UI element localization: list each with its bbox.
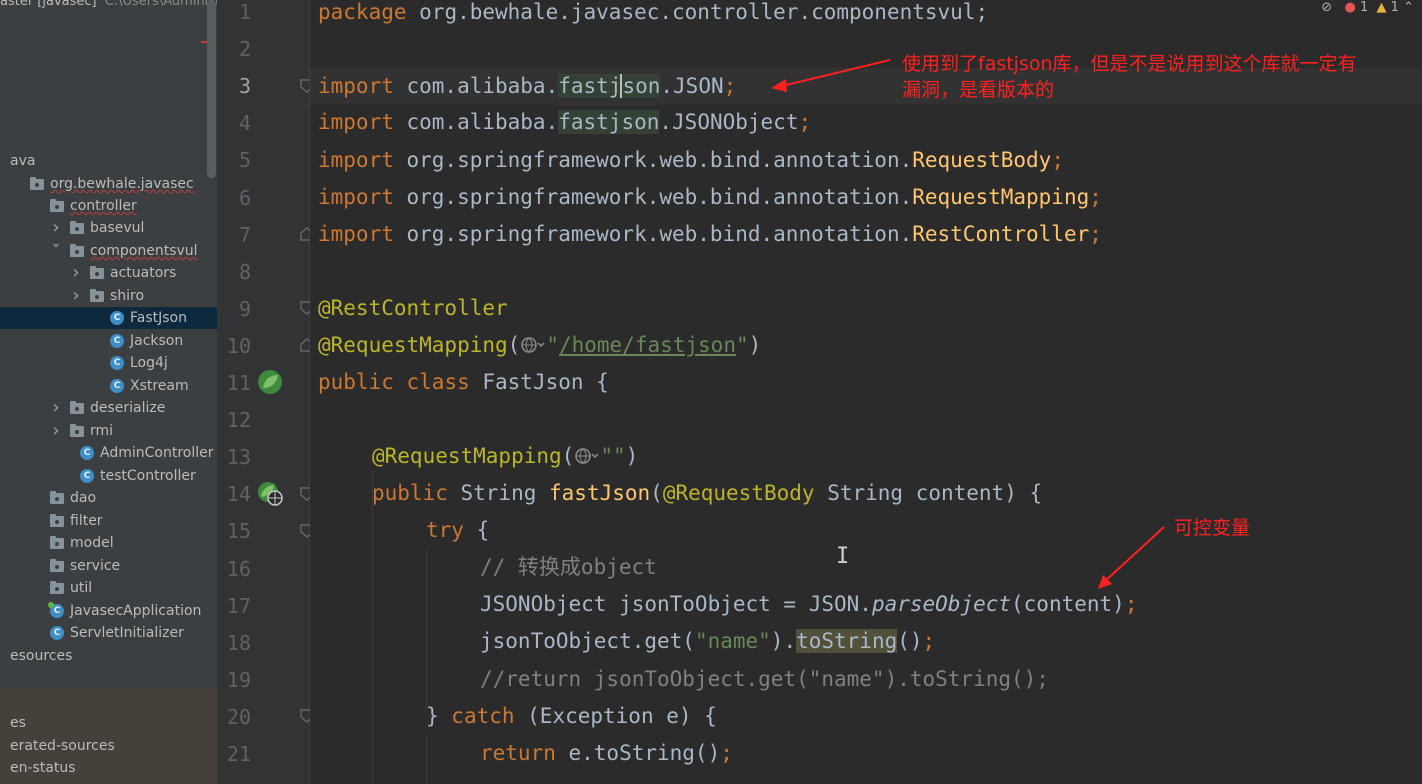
- annotation-arrow-2: [1103, 526, 1165, 583]
- mouse-ibeam-cursor: I: [836, 544, 850, 569]
- annotation-note-1-line1: 使用到了fastjson库，但是不是说用到这个库就一定有: [902, 53, 1357, 75]
- annotation-note-2: 可控变量: [1174, 517, 1251, 539]
- annotation-note-1-line2: 漏洞，是看版本的: [902, 79, 1055, 101]
- annotation-arrows: [771, 59, 1165, 589]
- annotation-arrow-1: [781, 59, 891, 87]
- annotation-note-1: 使用到了fastjson库，但是不是说用到这个库就一定有 漏洞，是看版本的: [902, 51, 1357, 103]
- arrow-head-icon: [771, 79, 787, 92]
